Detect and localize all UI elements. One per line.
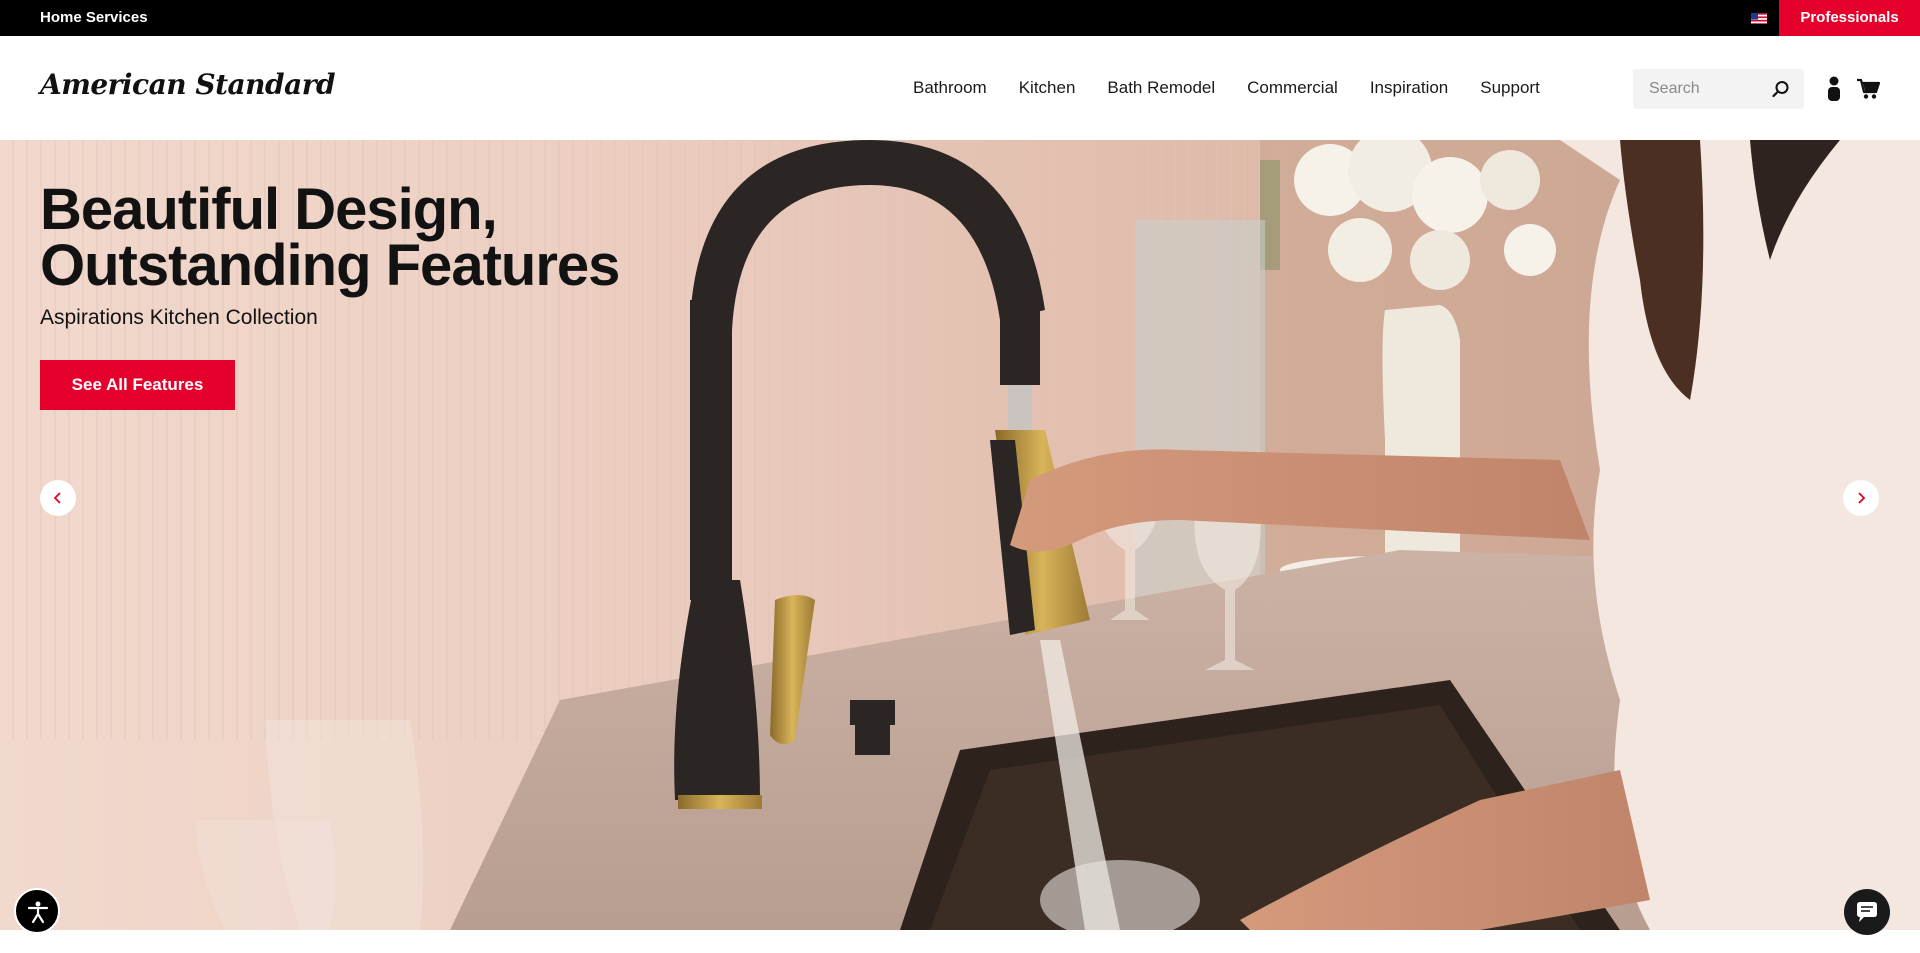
home-services-link[interactable]: Home Services — [40, 0, 148, 36]
hero-title-line-2: Outstanding Features — [40, 233, 620, 298]
carousel-prev-button[interactable] — [40, 480, 76, 516]
search-icon[interactable] — [1772, 80, 1790, 98]
cart-icon[interactable] — [1856, 78, 1881, 100]
site-header: American Standard Bathroom Kitchen Bath … — [0, 36, 1920, 140]
search-input[interactable]: Search — [1633, 69, 1804, 109]
hero-title-line-1: Beautiful Design, — [40, 177, 498, 242]
nav-bath-remodel[interactable]: Bath Remodel — [1107, 78, 1215, 98]
carousel-next-button[interactable] — [1843, 480, 1879, 516]
american-standard-logo[interactable]: American Standard — [40, 68, 336, 101]
search-placeholder: Search — [1649, 80, 1700, 97]
nav-kitchen[interactable]: Kitchen — [1019, 78, 1076, 98]
hero-subtitle: Aspirations Kitchen Collection — [40, 306, 318, 329]
hero-title: Beautiful Design, Outstanding Features — [40, 177, 620, 298]
us-flag-icon[interactable] — [1751, 12, 1767, 24]
top-bar: Home Services Professionals — [0, 0, 1920, 36]
chat-button[interactable] — [1844, 889, 1890, 935]
nav-bathroom[interactable]: Bathroom — [913, 78, 987, 98]
main-nav: Bathroom Kitchen Bath Remodel Commercial… — [913, 36, 1572, 140]
account-icon[interactable] — [1826, 76, 1842, 102]
nav-support[interactable]: Support — [1480, 78, 1540, 98]
hero-banner: Beautiful Design, Outstanding Features A… — [0, 140, 1920, 930]
nav-inspiration[interactable]: Inspiration — [1370, 78, 1448, 98]
accessibility-button[interactable] — [14, 888, 60, 934]
professionals-button[interactable]: Professionals — [1779, 0, 1920, 36]
nav-commercial[interactable]: Commercial — [1247, 78, 1338, 98]
see-all-features-button[interactable]: See All Features — [40, 360, 235, 410]
